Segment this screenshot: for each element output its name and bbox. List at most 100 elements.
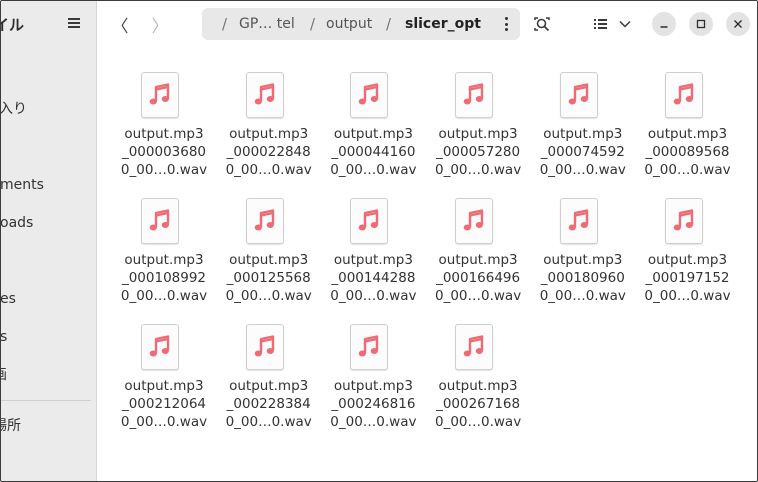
audio-file-icon — [350, 72, 389, 118]
file-name-line: output.mp3 — [438, 126, 518, 142]
back-button[interactable]: 〈 — [107, 10, 133, 38]
audio-file-icon — [245, 324, 284, 370]
hamburger-icon — [68, 18, 80, 28]
file-name-line: output.mp3 — [543, 252, 623, 268]
breadcrumb-current[interactable]: slicer_opt — [405, 8, 481, 40]
file-name-line: 0_00…0.wav — [644, 288, 731, 304]
file-name-line: _000197152 — [645, 270, 730, 286]
file-name: output.mp3 _000166496 0_00…0.wav — [426, 251, 530, 305]
main-menu-button[interactable] — [61, 10, 87, 36]
breadcrumb-item[interactable]: GP… tel — [239, 8, 295, 40]
sidebar-item-starred[interactable]: 入り — [1, 97, 96, 121]
file-name-line: _000044160 — [331, 144, 416, 160]
file-name: output.mp3 _000057280 0_00…0.wav — [426, 125, 530, 179]
music-note-icon — [568, 209, 588, 231]
file-item[interactable]: output.mp3 _000057280 0_00…0.wav — [426, 72, 530, 192]
file-name: output.mp3 _000022848 0_00…0.wav — [217, 125, 321, 179]
file-name: output.mp3 _000125568 0_00…0.wav — [217, 251, 321, 305]
file-item[interactable]: output.mp3 _000022848 0_00…0.wav — [217, 72, 321, 192]
breadcrumb-separator: / — [310, 15, 316, 33]
music-note-icon — [149, 83, 170, 105]
file-item[interactable]: output.mp3 _000089568 0_00…0.wav — [636, 72, 740, 192]
sidebar-item-videos[interactable]: s — [1, 325, 96, 349]
sidebar-header: ァイル — [1, 1, 96, 47]
music-note-icon — [568, 83, 588, 105]
sidebar-item-trash[interactable]: 画 — [1, 363, 96, 387]
file-item[interactable]: output.mp3 _000228384 0_00…0.wav — [217, 324, 321, 444]
sidebar: ァイル 入り ments oads es s 画 場所 — [1, 1, 97, 481]
minimize-button[interactable] — [652, 12, 676, 36]
sidebar-item-other-locations[interactable]: 場所 — [1, 414, 96, 438]
file-name-line: _000125568 — [226, 270, 311, 286]
file-name-line: output.mp3 — [229, 378, 309, 394]
file-name-line: _000212064 — [121, 396, 207, 412]
audio-file-icon — [141, 324, 179, 370]
audio-file-icon — [350, 198, 389, 244]
music-note-icon — [463, 209, 484, 231]
sidebar-item-label: s — [1, 325, 7, 349]
file-item[interactable]: output.mp3 _000108992 0_00…0.wav — [112, 198, 216, 318]
file-item[interactable]: output.mp3 _000180960 0_00…0.wav — [531, 198, 635, 318]
file-name-line: output.mp3 — [333, 126, 413, 142]
maximize-icon — [696, 19, 706, 29]
path-menu-button[interactable] — [498, 16, 514, 32]
file-name: output.mp3 _000144288 0_00…0.wav — [321, 251, 425, 305]
file-item[interactable]: output.mp3 _000267168 0_00…0.wav — [426, 324, 530, 444]
view-options-button[interactable] — [615, 10, 635, 38]
file-name-line: 0_00…0.wav — [120, 414, 208, 430]
file-name-line: 0_00…0.wav — [120, 162, 208, 178]
music-note-icon — [463, 83, 484, 105]
audio-file-icon — [664, 198, 703, 244]
file-name-line: 0_00…0.wav — [330, 162, 417, 178]
sidebar-item-documents[interactable]: ments — [1, 173, 96, 197]
search-icon — [534, 17, 550, 32]
file-item[interactable]: output.mp3 _000074592 0_00…0.wav — [531, 72, 635, 192]
file-name-line: output.mp3 — [333, 378, 413, 394]
file-item[interactable]: output.mp3 _000125568 0_00…0.wav — [217, 198, 321, 318]
view-toggle-button[interactable] — [587, 10, 615, 38]
file-name-line: 0_00…0.wav — [120, 288, 208, 304]
music-note-icon — [673, 83, 693, 105]
sidebar-item-label: 画 — [1, 363, 7, 387]
sidebar-item-label: 場所 — [1, 418, 21, 434]
file-item[interactable]: output.mp3 _000166496 0_00…0.wav — [426, 198, 530, 318]
minimize-icon — [660, 26, 668, 28]
file-item[interactable]: output.mp3 _000044160 0_00…0.wav — [321, 72, 425, 192]
file-item[interactable]: output.mp3 _000144288 0_00…0.wav — [321, 198, 425, 318]
breadcrumb-separator: / — [386, 15, 392, 33]
forward-button[interactable]: 〉 — [147, 10, 173, 38]
file-item[interactable]: output.mp3 _000003680 0_00…0.wav — [112, 72, 216, 192]
file-item[interactable]: output.mp3 _000212064 0_00…0.wav — [112, 324, 216, 444]
sidebar-item-pictures[interactable]: es — [1, 287, 96, 311]
file-name: output.mp3 _000212064 0_00…0.wav — [112, 377, 216, 431]
audio-file-icon — [455, 72, 494, 118]
file-name-line: _000166496 — [436, 270, 521, 286]
audio-file-icon — [455, 198, 494, 244]
breadcrumb-item[interactable]: output — [326, 8, 372, 40]
file-name-line: 0_00…0.wav — [539, 288, 626, 304]
file-name-line: output.mp3 — [333, 252, 413, 268]
audio-file-icon — [559, 198, 598, 244]
file-name-line: output.mp3 — [543, 126, 623, 142]
sidebar-item-downloads[interactable]: oads — [1, 211, 96, 235]
file-item[interactable]: output.mp3 _000246816 0_00…0.wav — [321, 324, 425, 444]
music-note-icon — [359, 209, 379, 231]
search-button[interactable] — [528, 10, 556, 38]
music-note-icon — [149, 335, 170, 357]
file-name-line: output.mp3 — [229, 252, 309, 268]
audio-file-icon — [245, 198, 284, 244]
close-button[interactable] — [726, 12, 750, 36]
audio-file-icon — [559, 72, 598, 118]
file-name-line: output.mp3 — [124, 126, 204, 142]
file-name-line: _000228384 — [226, 396, 311, 412]
audio-file-icon — [455, 324, 494, 370]
maximize-button[interactable] — [689, 12, 713, 36]
file-name-line: output.mp3 — [124, 378, 204, 394]
music-note-icon — [254, 83, 274, 105]
file-item[interactable]: output.mp3 _000197152 0_00…0.wav — [636, 198, 740, 318]
file-grid: output.mp3 _000003680 0_00…0.wav output.… — [97, 47, 757, 481]
music-note-icon — [359, 335, 379, 357]
file-name-line: _000144288 — [331, 270, 416, 286]
file-name-line: 0_00…0.wav — [434, 162, 522, 178]
chevron-down-icon — [619, 20, 631, 28]
